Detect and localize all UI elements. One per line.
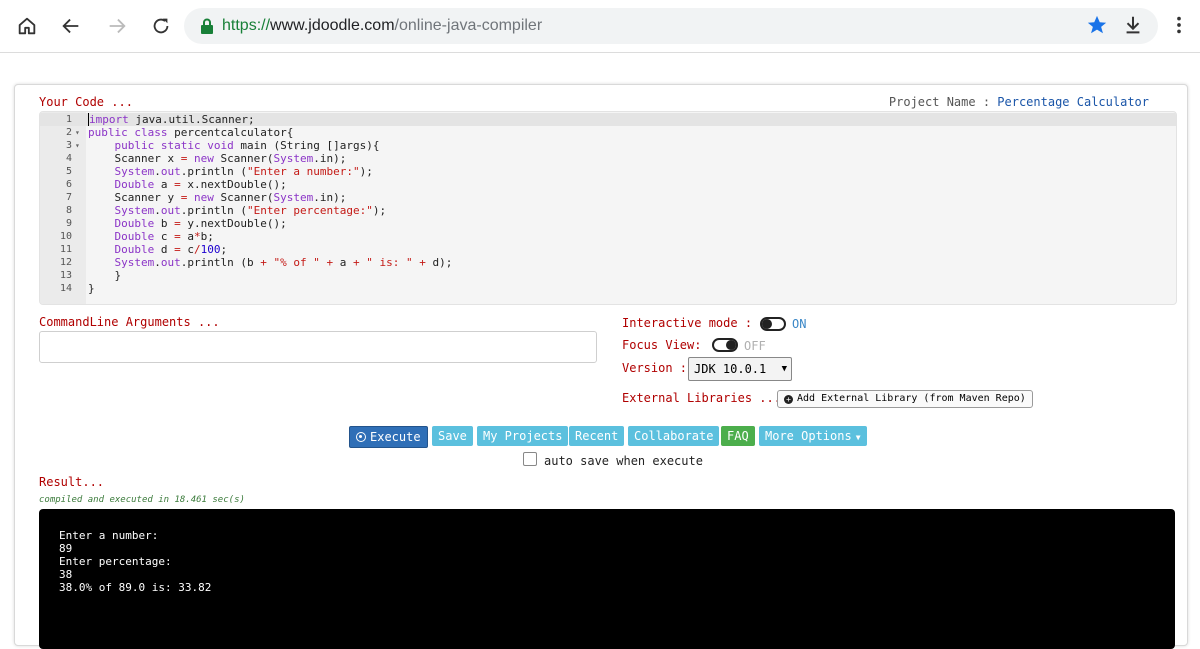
line-number: 11 bbox=[59, 244, 72, 255]
line-number: 6 bbox=[65, 179, 72, 190]
url-host: www.jdoodle.com bbox=[270, 17, 395, 34]
add-external-library-label: Add External Library (from Maven Repo) bbox=[797, 393, 1026, 404]
fold-arrow-icon[interactable]: ▾ bbox=[75, 139, 80, 152]
code-editor[interactable]: 1 import java.util.Scanner; 2 ▾ public class… bbox=[39, 111, 1177, 305]
add-external-library-button[interactable]: + Add External Library (from Maven Repo) bbox=[777, 390, 1033, 408]
version-value: JDK 10.0.1 bbox=[694, 362, 767, 376]
code-text: Double a = x.nextDouble(); bbox=[114, 178, 287, 191]
execute-button[interactable]: Execute bbox=[349, 426, 428, 448]
more-options-label: More Options bbox=[765, 429, 852, 443]
line-number: 8 bbox=[65, 205, 72, 216]
focus-view-state: OFF bbox=[744, 339, 766, 353]
code-text: Double c = a*b; bbox=[114, 230, 214, 243]
project-name: Project Name : Percentage Calculator bbox=[889, 95, 1149, 109]
your-code-label: Your Code ... bbox=[39, 95, 133, 109]
home-icon[interactable] bbox=[14, 13, 40, 39]
more-options-button[interactable]: More Options ▼ bbox=[759, 426, 867, 446]
address-bar[interactable]: https://www.jdoodle.com/online-java-comp… bbox=[184, 8, 1158, 44]
code-text: Scanner x = new Scanner(System.in); bbox=[88, 152, 347, 165]
code-text: System.out.println (b + "% of " + a + " … bbox=[114, 256, 453, 269]
url-text: https://www.jdoodle.com/online-java-comp… bbox=[222, 17, 542, 35]
console-output-line: Enter a number: bbox=[59, 529, 159, 542]
browser-toolbar: https://www.jdoodle.com/online-java-comp… bbox=[0, 0, 1200, 53]
back-arrow-icon[interactable] bbox=[58, 13, 84, 39]
code-text: Double b = y.nextDouble(); bbox=[114, 217, 287, 230]
line-number: 4 bbox=[65, 153, 72, 164]
result-label: Result... bbox=[39, 475, 105, 489]
console-output-line: 89 bbox=[59, 542, 73, 555]
focus-view-toggle[interactable] bbox=[712, 338, 738, 352]
compile-status: compiled and executed in 18.461 sec(s) bbox=[39, 495, 245, 505]
kebab-menu-icon[interactable] bbox=[1168, 14, 1190, 36]
line-number: 12 bbox=[59, 257, 72, 268]
faq-button[interactable]: FAQ bbox=[721, 426, 755, 446]
code-text: Double d = c/100; bbox=[114, 243, 228, 256]
dropdown-arrow-icon: ▼ bbox=[781, 364, 787, 374]
output-console: Enter a number: 89 Enter percentage: 38 38.0… bbox=[39, 509, 1175, 649]
forward-arrow-icon[interactable] bbox=[104, 13, 130, 39]
autosave-checkbox[interactable] bbox=[523, 452, 537, 466]
line-number: 1 bbox=[65, 114, 72, 125]
line-number: 3 bbox=[65, 140, 72, 151]
version-select[interactable]: JDK 10.0.1 ▼ bbox=[688, 357, 792, 381]
line-number: 13 bbox=[59, 270, 72, 281]
project-name-value[interactable]: Percentage Calculator bbox=[997, 95, 1149, 109]
code-text: public static void main (String []args){ bbox=[114, 139, 380, 152]
external-libraries-label: External Libraries ... bbox=[622, 391, 781, 405]
console-output-line: 38 bbox=[59, 568, 73, 581]
interactive-mode-label: Interactive mode : bbox=[622, 316, 753, 330]
console-output-line: 38.0% of 89.0 is: 33.82 bbox=[59, 581, 212, 594]
execute-icon bbox=[356, 432, 366, 442]
recent-button[interactable]: Recent bbox=[569, 426, 625, 446]
autosave-label: auto save when execute bbox=[544, 454, 703, 468]
my-projects-button[interactable]: My Projects bbox=[477, 426, 569, 446]
code-text: System.out.println ("Enter a number:"); bbox=[114, 165, 373, 178]
line-number: 7 bbox=[65, 192, 72, 203]
reload-icon[interactable] bbox=[148, 13, 174, 39]
code-text: } bbox=[88, 269, 122, 282]
fold-arrow-icon[interactable]: ▾ bbox=[75, 126, 80, 139]
interactive-mode-state: ON bbox=[792, 317, 807, 331]
plus-circle-icon: + bbox=[784, 395, 793, 404]
line-number: 14 bbox=[59, 283, 72, 294]
collaborate-button[interactable]: Collaborate bbox=[628, 426, 720, 446]
cmdline-label: CommandLine Arguments ... bbox=[39, 315, 220, 329]
code-text: } bbox=[88, 282, 95, 295]
url-path: /online-java-compiler bbox=[394, 17, 543, 34]
line-number: 5 bbox=[65, 166, 72, 177]
line-number: 9 bbox=[65, 218, 72, 229]
project-name-label: Project Name : bbox=[888, 95, 998, 109]
save-button[interactable]: Save bbox=[432, 426, 473, 446]
cmdline-input[interactable] bbox=[39, 331, 597, 363]
download-icon[interactable] bbox=[1122, 14, 1144, 36]
code-text: Scanner y = new Scanner(System.in); bbox=[88, 191, 347, 204]
code-text: System.out.println ("Enter percentage:")… bbox=[114, 204, 387, 217]
line-number: 10 bbox=[59, 231, 72, 242]
focus-view-label: Focus View: bbox=[622, 338, 702, 352]
toggle-knob bbox=[762, 319, 772, 329]
toggle-knob bbox=[726, 340, 736, 350]
url-scheme: https:// bbox=[222, 17, 271, 34]
lock-icon bbox=[201, 18, 213, 34]
version-label: Version : bbox=[622, 361, 688, 375]
bookmark-star-icon[interactable] bbox=[1086, 14, 1108, 36]
compiler-panel: Your Code ... Project Name : Percentage … bbox=[14, 84, 1188, 649]
execute-label: Execute bbox=[370, 430, 421, 444]
interactive-mode-toggle[interactable] bbox=[760, 317, 786, 331]
code-text: import java.util.Scanner; bbox=[88, 113, 255, 126]
code-text: public class percentcalculator{ bbox=[88, 126, 294, 139]
line-number: 2 bbox=[65, 127, 72, 138]
console-output-line: Enter percentage: bbox=[59, 555, 172, 568]
caret-down-icon: ▼ bbox=[855, 433, 861, 442]
